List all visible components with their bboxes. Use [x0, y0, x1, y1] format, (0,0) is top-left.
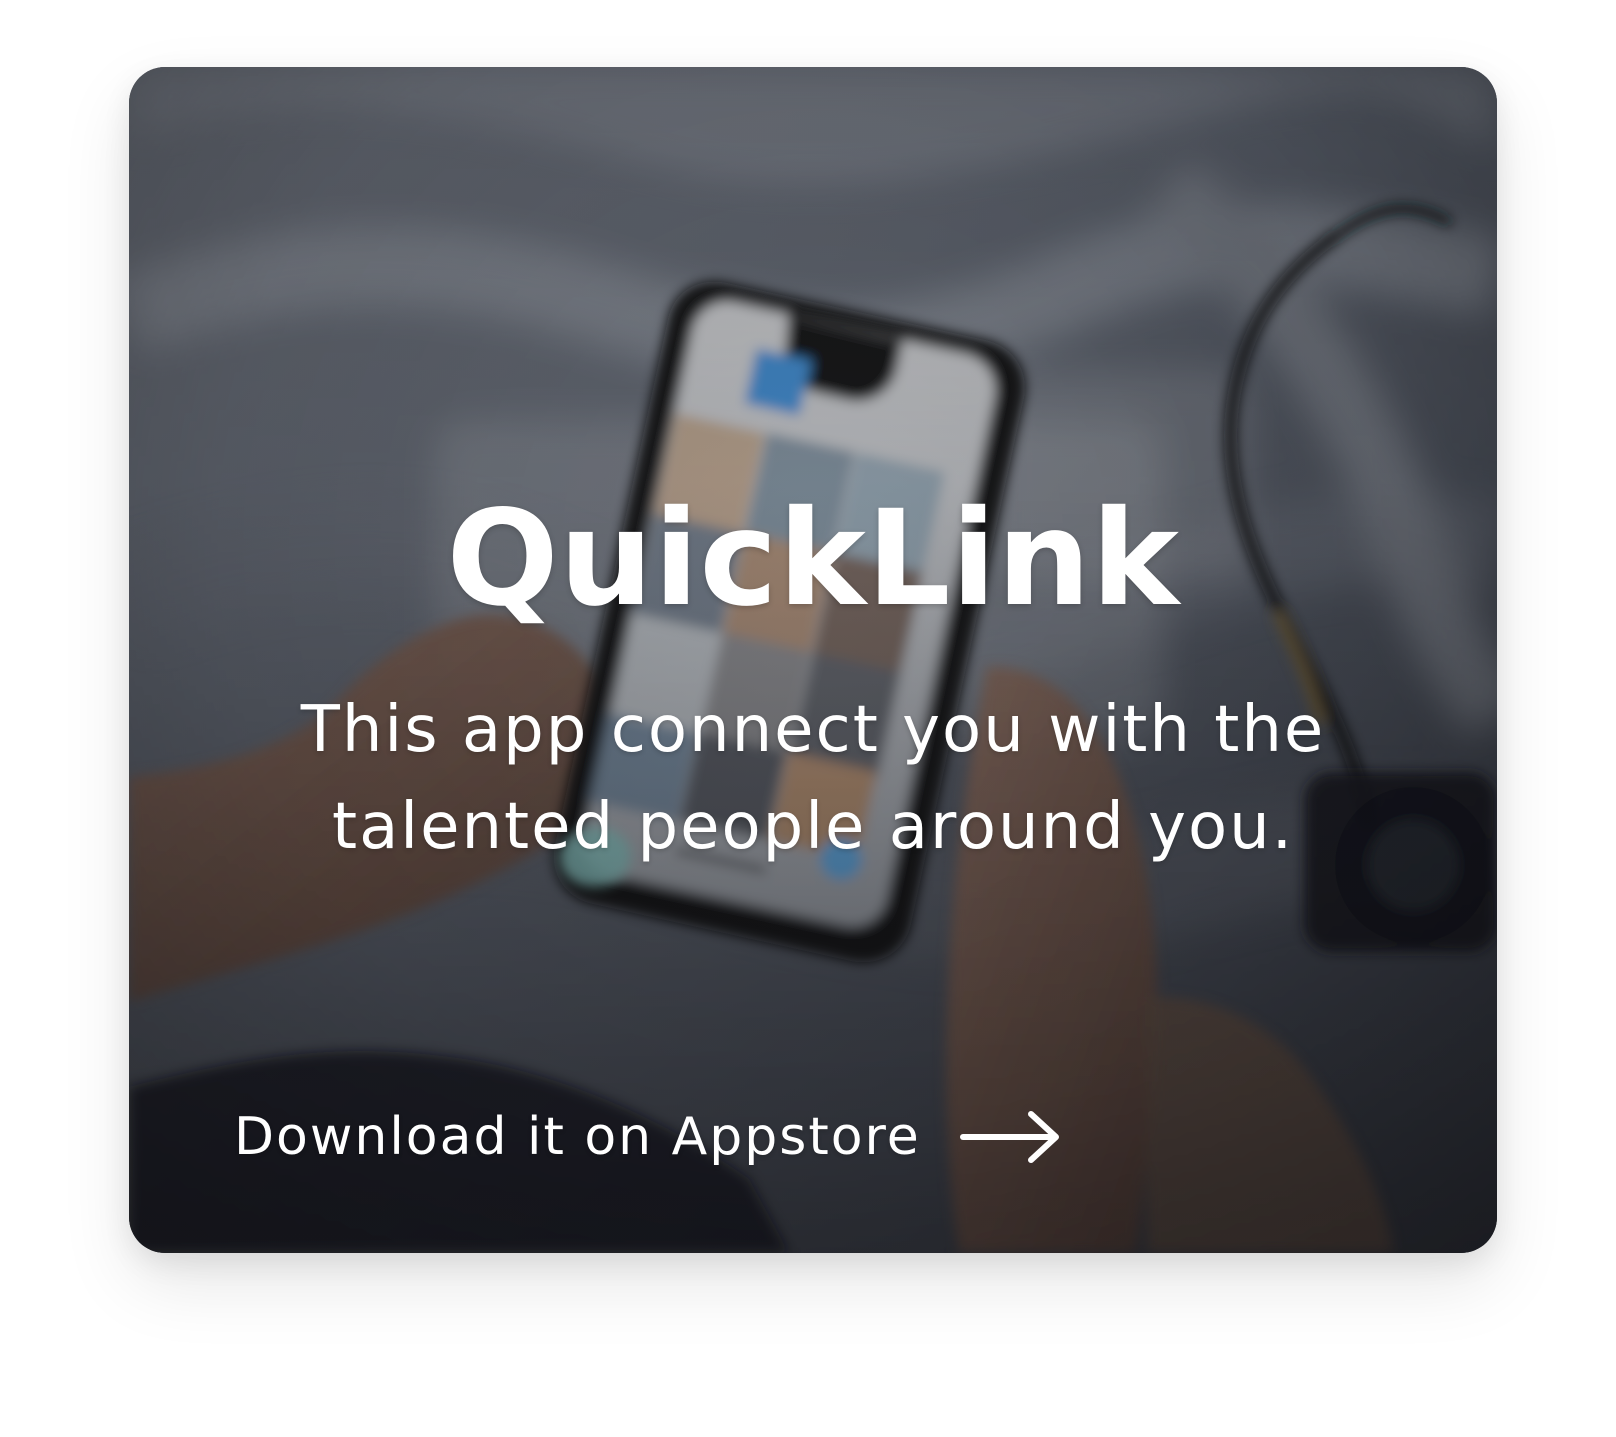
right-arrow-icon [959, 1106, 1067, 1168]
page-canvas: QuickLink This app connect you with the … [0, 0, 1616, 1437]
card-content: QuickLink This app connect you with the … [129, 67, 1497, 1253]
card-subtitle: This app connect you with the talented p… [300, 693, 1326, 864]
card-title: QuickLink [446, 482, 1180, 636]
promo-card: QuickLink This app connect you with the … [129, 67, 1497, 1253]
right-arrow-graphic [959, 1111, 1059, 1163]
download-appstore-link[interactable]: Download it on Appstore [234, 1097, 1067, 1177]
download-appstore-label: Download it on Appstore [234, 1107, 921, 1167]
